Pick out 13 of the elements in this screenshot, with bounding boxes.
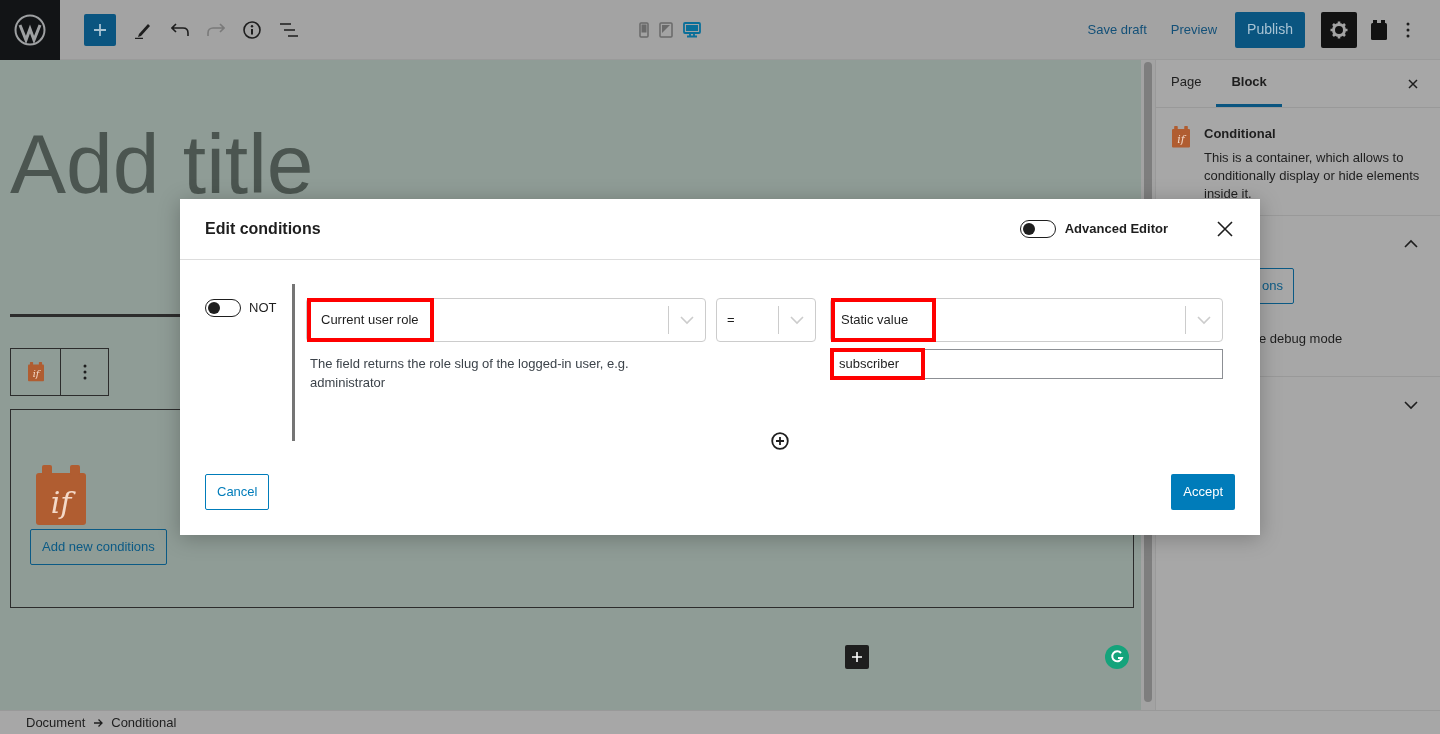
field-help-text: The field returns the role slug of the logged-in user, e.g. administrator bbox=[310, 355, 630, 392]
debug-mode-label: e debug mode bbox=[1259, 329, 1344, 348]
advanced-editor-label: Advanced Editor bbox=[1064, 220, 1168, 239]
operator-value: = bbox=[726, 311, 736, 329]
conditional-block-icon: if bbox=[1172, 126, 1190, 148]
block-description: This is a container, which allows to conditionally display or hide elements inside it. bbox=[1204, 148, 1421, 203]
dialog-title: Edit conditions bbox=[205, 219, 321, 239]
value-text: subscriber bbox=[830, 348, 925, 380]
block-title: Conditional bbox=[1204, 125, 1277, 143]
conditional-block-icon: if bbox=[27, 362, 44, 382]
field-value: Current user role bbox=[307, 298, 434, 342]
value-type: Static value bbox=[831, 298, 937, 342]
not-label: NOT bbox=[249, 299, 277, 317]
